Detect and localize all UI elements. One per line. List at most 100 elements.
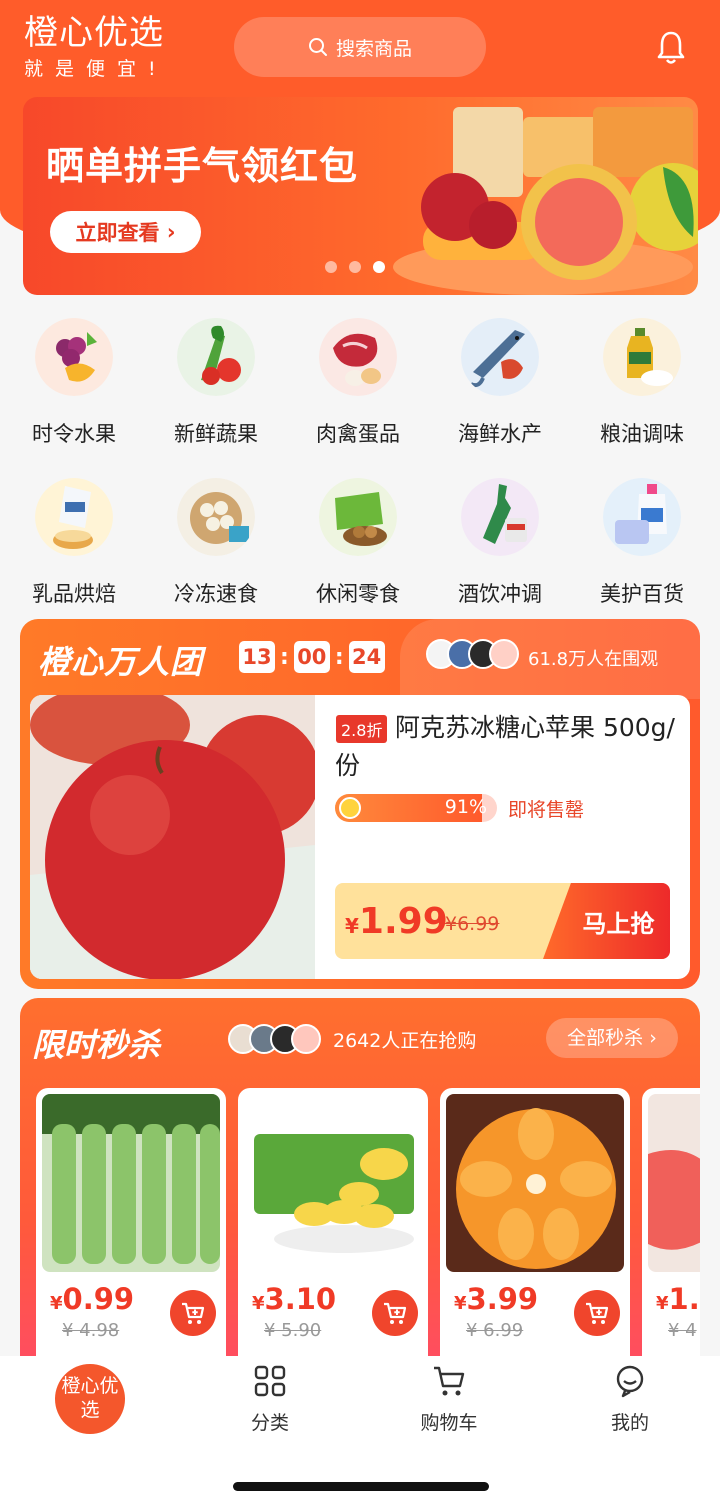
timer-minutes: 00 xyxy=(293,641,330,673)
flash-price: ¥3.10 xyxy=(252,1282,337,1316)
pagination-dot[interactable] xyxy=(349,261,361,273)
group-buy-title: 橙心万人团 xyxy=(38,643,204,681)
category-label: 休闲零食 xyxy=(316,582,400,606)
category-seafood[interactable]: 海鲜水产 xyxy=(428,318,572,448)
group-price: ¥1.99 xyxy=(345,901,448,942)
meat-egg-icon xyxy=(319,318,397,396)
buy-bar: ¥1.99 ¥6.99 马上抢 xyxy=(335,883,670,959)
flash-item-card[interactable]: ¥1.9 ¥ 4 xyxy=(642,1088,700,1378)
beverage-icon xyxy=(461,478,539,556)
buying-count: 2642人正在抢购 xyxy=(333,1030,477,1052)
all-flash-sale-button[interactable]: 全部秒杀 › xyxy=(546,1018,678,1058)
flash-item-card[interactable]: ¥3.99 ¥ 6.99 xyxy=(440,1088,630,1378)
tab-home[interactable]: 橙心优选 xyxy=(55,1364,125,1434)
flash-item-card[interactable]: ¥3.10 ¥ 5.90 xyxy=(238,1088,428,1378)
sold-out-soon-label: 即将售罄 xyxy=(508,799,585,821)
category-grain-oil[interactable]: 粮油调味 xyxy=(570,318,714,448)
tab-profile[interactable]: 我的 xyxy=(570,1364,690,1435)
timer-separator: : xyxy=(280,644,289,670)
flash-price: ¥3.99 xyxy=(454,1282,539,1316)
brand-slogan: 就是便宜! xyxy=(24,58,168,80)
cart-plus-icon xyxy=(182,1302,205,1324)
pagination-dot[interactable] xyxy=(325,261,337,273)
bell-icon[interactable] xyxy=(656,30,686,66)
category-label: 乳品烘焙 xyxy=(32,582,116,606)
add-to-cart-button[interactable] xyxy=(372,1290,418,1336)
category-label: 冷冻速食 xyxy=(174,582,258,606)
watermelon-image xyxy=(648,1094,700,1272)
apple-image xyxy=(30,695,315,979)
category-fruit[interactable]: 时令水果 xyxy=(2,318,146,448)
flash-price-value: 0.99 xyxy=(62,1282,135,1316)
orange-image xyxy=(446,1094,624,1272)
seafood-icon xyxy=(461,318,539,396)
flash-price: ¥0.99 xyxy=(50,1282,135,1316)
fruit-icon xyxy=(35,318,113,396)
flash-sale-title: 限时秒杀 xyxy=(32,1026,161,1064)
tab-label: 我的 xyxy=(610,1412,649,1434)
category-label: 粮油调味 xyxy=(600,422,684,446)
add-to-cart-button[interactable] xyxy=(170,1290,216,1336)
category-vegetable[interactable]: 新鲜蔬果 xyxy=(144,318,288,448)
flash-price: ¥1.9 xyxy=(656,1282,700,1316)
home-indicator xyxy=(233,1482,489,1491)
category-dairy-bakery[interactable]: 乳品烘焙 xyxy=(2,478,146,608)
avatar xyxy=(291,1024,321,1054)
banner-pagination xyxy=(325,261,385,273)
banner-view-button[interactable]: 立即查看 › xyxy=(50,211,201,253)
timer-hours: 13 xyxy=(239,641,275,673)
add-to-cart-button[interactable] xyxy=(574,1290,620,1336)
category-beverage[interactable]: 酒饮冲调 xyxy=(428,478,572,608)
search-bar[interactable]: 搜索商品 xyxy=(234,17,486,77)
category-meat-egg[interactable]: 肉禽蛋品 xyxy=(286,318,430,448)
tab-label: 购物车 xyxy=(420,1412,478,1434)
category-label: 酒饮冲调 xyxy=(458,582,542,606)
tab-cart[interactable]: 购物车 xyxy=(389,1364,509,1435)
buy-now-button[interactable]: 马上抢 xyxy=(543,883,670,959)
bottom-tab-bar: 橙心优选 分类 购物车 我的 xyxy=(0,1356,720,1501)
top-header: 橙心优选 就是便宜! 搜索商品 xyxy=(0,0,720,98)
group-product-card[interactable]: 2.8折 阿克苏冰糖心苹果 500g/份 91% 即将售罄 ¥1.99 ¥6.9… xyxy=(30,695,690,979)
clock-icon xyxy=(339,797,361,819)
brand-title: 橙心优选 xyxy=(24,13,164,53)
product-name: 阿克苏冰糖心苹果 500g/份 xyxy=(335,713,675,780)
category-label: 美护百货 xyxy=(600,582,684,606)
snack-icon xyxy=(319,478,397,556)
flash-original-price: ¥ 6.99 xyxy=(466,1320,524,1341)
category-label: 肉禽蛋品 xyxy=(316,422,400,446)
tab-label: 分类 xyxy=(250,1412,289,1434)
frozen-food-icon xyxy=(177,478,255,556)
user-icon xyxy=(616,1365,644,1398)
beauty-care-icon xyxy=(603,478,681,556)
promo-banner[interactable]: 晒单拼手气领红包 立即查看 › xyxy=(23,97,698,295)
category-label: 海鲜水产 xyxy=(458,422,542,446)
flash-original-price: ¥ 5.90 xyxy=(264,1320,322,1341)
timer-separator: : xyxy=(334,644,344,670)
flash-price-value: 1.9 xyxy=(668,1282,700,1316)
search-icon xyxy=(308,38,327,56)
category-snack[interactable]: 休闲零食 xyxy=(286,478,430,608)
original-price: ¥6.99 xyxy=(445,913,500,935)
lettuce-image xyxy=(42,1094,220,1272)
sales-progress-bar: 91% xyxy=(335,794,497,822)
grain-oil-icon xyxy=(603,318,681,396)
flash-sale-section: 限时秒杀 2642人正在抢购 全部秒杀 › ¥0.99 ¥ 4.98 ¥3.10… xyxy=(20,998,700,1398)
category-beauty[interactable]: 美护百货 xyxy=(570,478,714,608)
watching-count: 61.8万人在围观 xyxy=(528,649,659,670)
watcher-avatars xyxy=(426,639,519,669)
flash-original-price: ¥ 4.98 xyxy=(62,1320,120,1341)
category-label: 时令水果 xyxy=(32,422,116,446)
banner-fruit-image xyxy=(393,107,698,295)
tab-category[interactable]: 分类 xyxy=(210,1364,330,1435)
timer-seconds: 24 xyxy=(348,641,385,673)
pagination-dot-active[interactable] xyxy=(373,261,385,273)
chevron-right-icon: › xyxy=(159,220,176,244)
flash-item-card[interactable]: ¥0.99 ¥ 4.98 xyxy=(36,1088,226,1378)
cart-plus-icon xyxy=(384,1302,407,1324)
category-label: 新鲜蔬果 xyxy=(174,422,258,446)
group-price-value: 1.99 xyxy=(358,901,448,942)
cart-plus-icon xyxy=(586,1302,609,1324)
brand-logo: 橙心优选 就是便宜! xyxy=(24,14,168,81)
grid-icon xyxy=(254,1365,286,1397)
category-frozen[interactable]: 冷冻速食 xyxy=(144,478,288,608)
